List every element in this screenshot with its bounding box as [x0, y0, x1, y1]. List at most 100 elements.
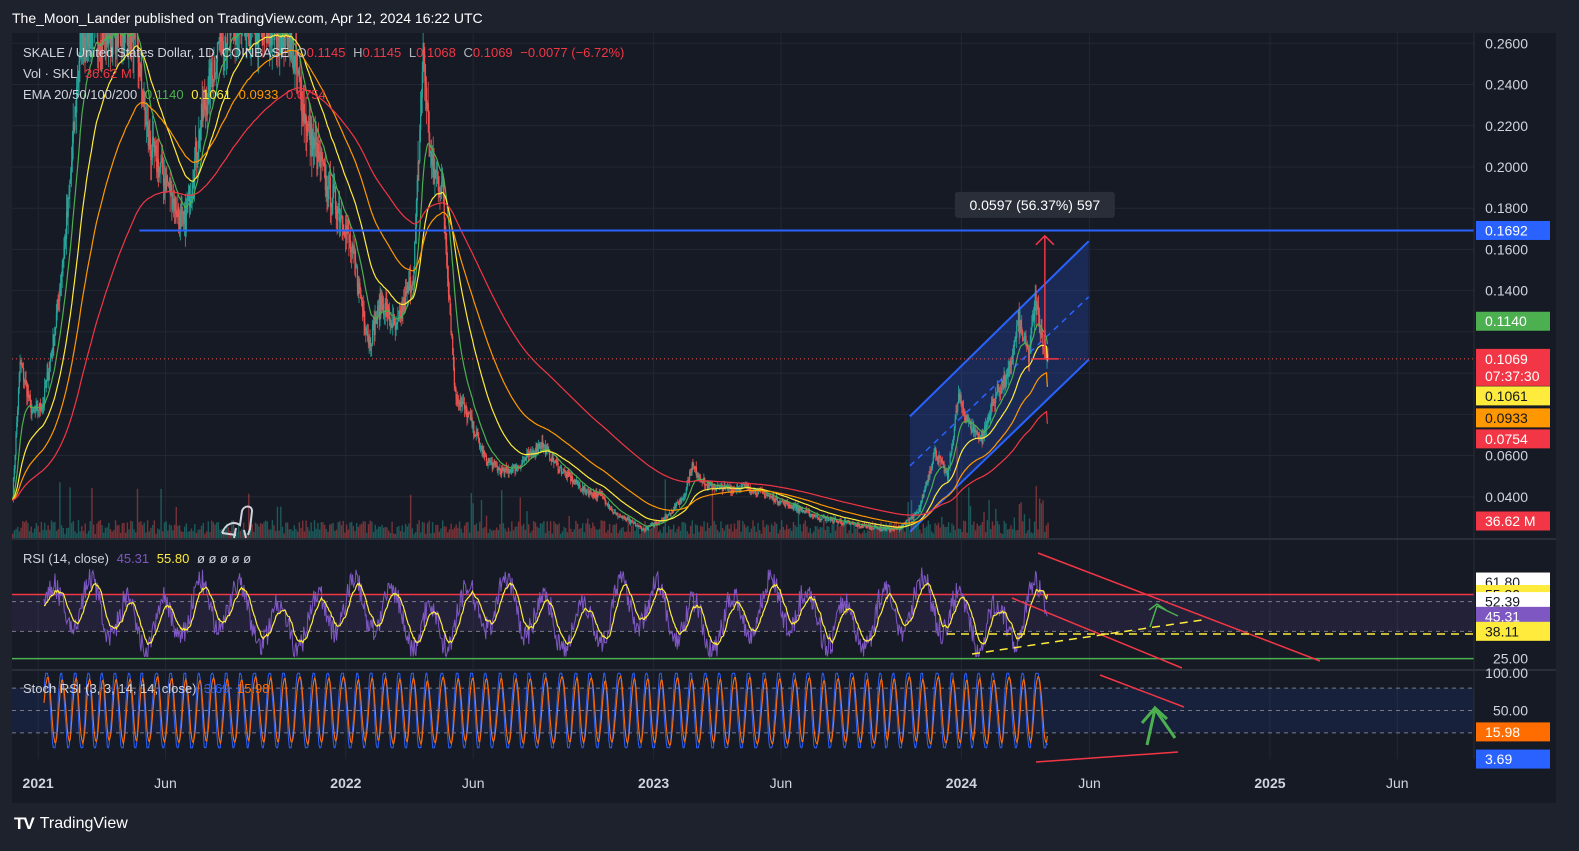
volume-bar	[123, 522, 125, 538]
volume-bar	[13, 530, 16, 538]
volume-bar	[398, 525, 400, 538]
volume-bar	[1032, 533, 1034, 538]
volume-bar	[529, 532, 532, 538]
volume-bar	[64, 533, 66, 538]
candle-body	[443, 196, 445, 219]
volume-bar	[816, 526, 818, 538]
volume-bar	[318, 529, 321, 538]
volume-bar	[295, 529, 297, 538]
volume-bar	[162, 531, 164, 538]
volume-bar	[106, 527, 108, 538]
volume-bar	[738, 520, 741, 538]
x-tick-label: 2022	[330, 775, 361, 791]
tag-ema100: 0.0933	[1485, 410, 1528, 426]
volume-bar	[150, 527, 152, 538]
rsi-legend[interactable]: RSI (14, close) 45.31 55.80 ø ø ø ø ø	[23, 551, 255, 566]
volume-bar	[929, 524, 931, 538]
volume-bar	[308, 530, 311, 538]
volume-bar	[271, 520, 274, 538]
tag-last: 0.1069	[1485, 351, 1528, 367]
volume-bar	[145, 532, 147, 538]
volume-bar	[649, 529, 651, 538]
volume-bar	[204, 533, 206, 538]
volume-bar	[352, 525, 355, 538]
volume-bar	[50, 520, 53, 538]
volume-bar	[657, 531, 660, 538]
stoch-legend[interactable]: Stoch RSI (3, 3, 14, 14, close) 3.69 15.…	[23, 681, 274, 696]
volume-bar	[423, 522, 425, 538]
volume-bar	[263, 522, 265, 538]
volume-bar	[683, 522, 685, 538]
volume-bar	[624, 531, 626, 538]
volume-bar	[866, 529, 869, 538]
volume-bar	[863, 529, 865, 538]
tradingview-brand[interactable]: TV TradingView	[14, 814, 128, 834]
volume-bar	[807, 532, 810, 538]
candle-body	[227, 33, 229, 45]
volume-bar	[135, 532, 137, 538]
volume-bar	[963, 520, 965, 538]
volume-bar	[829, 532, 832, 538]
volume-bar	[42, 530, 44, 538]
volume-bar	[290, 529, 292, 538]
candle-body	[29, 394, 31, 400]
stoch-k-value: 3.69	[204, 681, 230, 696]
volume-bar	[812, 531, 815, 538]
volume-bar	[386, 527, 388, 538]
ema-legend[interactable]: EMA 20/50/100/200 0.1140 0.1061 0.0933 0…	[23, 87, 330, 102]
volume-bar	[551, 533, 554, 538]
pane-separators[interactable]	[12, 33, 1556, 759]
volume-bar	[506, 531, 508, 538]
volume-bar	[656, 524, 658, 538]
volume-bar	[480, 499, 483, 538]
volume-bar	[996, 521, 999, 538]
volume-bar	[662, 526, 665, 538]
publisher-header: The_Moon_Lander published on TradingView…	[12, 10, 483, 26]
measure-label: 0.0597 (56.37%) 597	[969, 197, 1100, 213]
x-tick-label: 2021	[23, 775, 54, 791]
volume-bar	[52, 522, 54, 538]
volume-bar	[268, 529, 270, 538]
volume-bar	[698, 531, 700, 538]
volume-bar	[689, 525, 692, 538]
volume-bar	[126, 522, 129, 538]
volume-bar	[1037, 529, 1039, 538]
ema50-value: 0.1061	[191, 87, 232, 102]
volume-legend[interactable]: Vol · SKL 36.62 M	[23, 66, 136, 81]
volume-bar	[966, 532, 968, 538]
x-tick-label: 2024	[946, 775, 977, 791]
volume-bar	[516, 526, 518, 538]
volume-bar	[993, 525, 995, 538]
low-value: 0.1068	[416, 45, 456, 60]
volume-bar	[821, 527, 823, 538]
x-tick-label: Jun	[154, 775, 177, 791]
volume-bar	[1005, 523, 1007, 538]
volume-bar	[288, 529, 290, 538]
x-tick-label: Jun	[462, 775, 485, 791]
volume-bar	[344, 532, 346, 538]
volume-bar	[167, 530, 169, 538]
volume-bar	[354, 531, 356, 538]
volume-bar	[566, 532, 569, 538]
volume-bar	[811, 533, 813, 538]
volume-bar	[393, 533, 395, 538]
volume-bar	[718, 532, 720, 538]
volume-bar	[428, 520, 430, 538]
volume-bar	[195, 532, 198, 538]
volume-bar	[443, 526, 446, 538]
volume-bar	[332, 522, 334, 538]
volume-bar	[330, 523, 333, 538]
volume-label: Vol · SKL	[23, 66, 78, 81]
volume-bar	[538, 528, 540, 538]
volume-bar	[155, 533, 157, 538]
volume-bar	[124, 532, 127, 538]
volume-bar	[877, 529, 879, 538]
volume-bar	[679, 530, 682, 538]
volume-bar	[593, 526, 596, 538]
volume-bar	[703, 521, 705, 538]
volume-bar	[317, 522, 319, 538]
volume-bar	[909, 532, 911, 538]
symbol-legend[interactable]: SKALE / United States Dollar, 1D, COINBA…	[23, 45, 628, 60]
x-tick-label: Jun	[1386, 775, 1409, 791]
volume-bar	[477, 530, 479, 538]
